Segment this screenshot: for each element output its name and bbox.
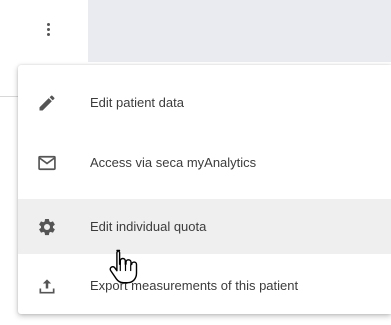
menu-item-access-myanalytics[interactable]: Access via seca myAnalytics <box>18 135 391 190</box>
menu-item-export-measurements[interactable]: Export measurements of this patient <box>18 258 391 313</box>
menu-item-edit-patient-data[interactable]: Edit patient data <box>18 75 391 130</box>
more-vertical-icon-dot-2 <box>46 27 50 31</box>
mail-icon <box>36 152 58 174</box>
context-menu: Edit patient data Access via seca myAnal… <box>18 65 391 314</box>
menu-item-edit-individual-quota[interactable]: Edit individual quota <box>18 199 391 254</box>
menu-item-label: Export measurements of this patient <box>90 278 299 293</box>
menu-item-label: Edit individual quota <box>90 219 207 234</box>
more-vertical-icon-dot-3 <box>46 32 50 36</box>
upload-icon <box>36 275 58 297</box>
more-vertical-icon <box>46 22 50 26</box>
pencil-icon <box>36 92 58 114</box>
gear-icon <box>36 216 58 238</box>
more-options-button[interactable] <box>36 14 60 44</box>
header-cell <box>88 0 391 62</box>
menu-item-label: Access via seca myAnalytics <box>90 155 257 170</box>
menu-item-label: Edit patient data <box>90 95 184 110</box>
